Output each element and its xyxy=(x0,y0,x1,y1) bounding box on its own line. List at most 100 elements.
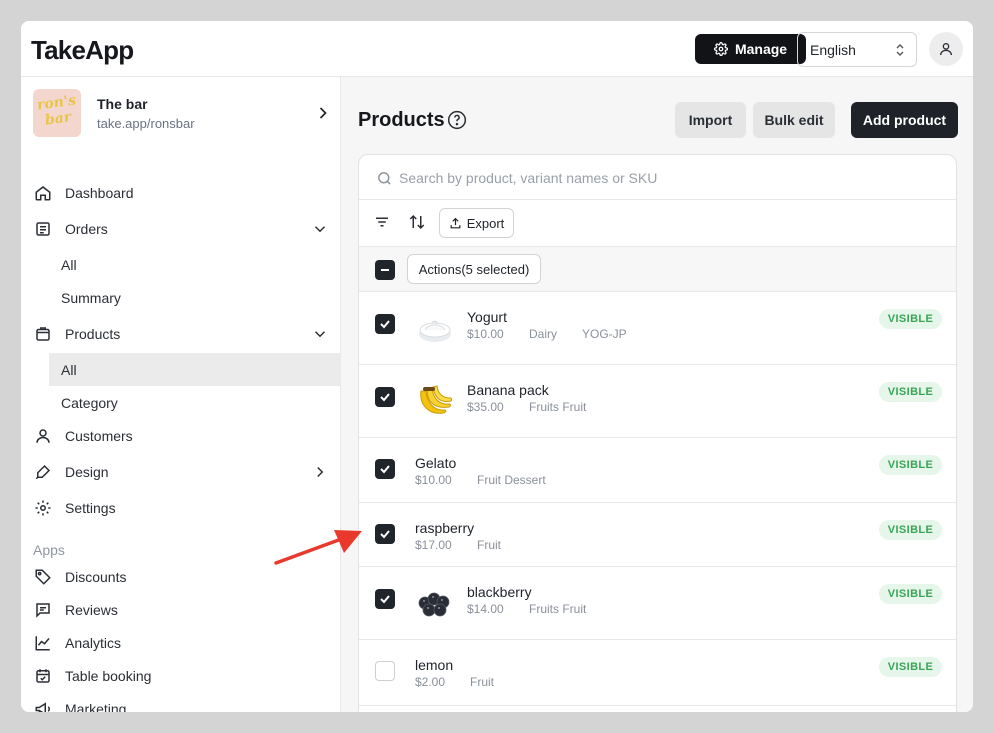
check-icon xyxy=(380,465,390,474)
table-row[interactable]: Banana pack $35.00 Fruits Fruit VISIBLE xyxy=(359,365,956,438)
manage-label: Manage xyxy=(734,41,788,57)
sidebar-item-analytics[interactable]: Analytics xyxy=(21,626,341,659)
product-category: Fruits Fruit xyxy=(529,602,587,616)
actions-dropdown-button[interactable]: Actions(5 selected) xyxy=(407,254,541,284)
chart-line-icon xyxy=(35,636,50,651)
sidebar-item-orders[interactable]: Orders xyxy=(21,212,341,245)
manage-button[interactable]: Manage xyxy=(695,34,806,64)
store-url: take.app/ronsbar xyxy=(97,116,195,131)
add-product-button[interactable]: Add product xyxy=(851,102,958,138)
gear-icon xyxy=(35,500,51,516)
bulk-action-row: Actions(5 selected) xyxy=(359,247,956,292)
table-row[interactable]: Yogurt $10.00 Dairy YOG-JP VISIBLE xyxy=(359,292,956,365)
product-category: Fruit xyxy=(470,675,494,689)
person-icon xyxy=(36,429,50,443)
sidebar-item-discounts[interactable]: Discounts xyxy=(21,560,341,593)
product-price: $35.00 xyxy=(467,400,504,414)
check-icon xyxy=(380,595,390,604)
table-row[interactable]: raspberry $17.00 Fruit VISIBLE xyxy=(359,503,956,567)
review-icon xyxy=(36,603,50,618)
product-price: $17.00 xyxy=(415,538,452,552)
sidebar-item-customers[interactable]: Customers xyxy=(21,419,341,452)
main-content: Products Import Bulk edit Add product Ex… xyxy=(341,77,973,712)
user-avatar[interactable] xyxy=(929,32,963,66)
box-icon xyxy=(36,327,50,341)
product-category: Fruit xyxy=(477,538,501,552)
sidebar-item-reviews[interactable]: Reviews xyxy=(21,593,341,626)
banana-image xyxy=(420,385,453,414)
row-checkbox[interactable] xyxy=(375,314,395,334)
sidebar-subitem-products-all[interactable]: All xyxy=(49,353,341,386)
store-logo: ron's bar xyxy=(33,89,81,137)
home-icon xyxy=(35,186,51,201)
row-checkbox[interactable] xyxy=(375,387,395,407)
sort-icon[interactable] xyxy=(408,213,426,231)
pen-icon xyxy=(35,464,51,480)
product-price: $10.00 xyxy=(415,473,452,487)
row-checkbox[interactable] xyxy=(375,661,395,681)
search-bar xyxy=(359,155,956,200)
help-icon[interactable] xyxy=(447,110,467,130)
search-input[interactable] xyxy=(399,165,939,191)
product-price: $10.00 xyxy=(467,327,504,341)
product-category: Fruits Fruit xyxy=(529,400,587,414)
row-checkbox[interactable] xyxy=(375,459,395,479)
product-name: Gelato xyxy=(415,455,457,471)
table-row[interactable]: Gelato $10.00 Fruit Dessert VISIBLE xyxy=(359,438,956,503)
product-name: raspberry xyxy=(415,520,475,536)
store-switcher[interactable]: ron's bar The bar take.app/ronsbar xyxy=(33,89,333,137)
toolbar: Export xyxy=(359,200,956,247)
status-badge: VISIBLE xyxy=(879,309,942,329)
status-badge: VISIBLE xyxy=(879,520,942,540)
calendar-icon xyxy=(36,669,50,683)
sidebar-item-products[interactable]: Products xyxy=(21,317,341,350)
status-badge: VISIBLE xyxy=(879,584,942,604)
table-row[interactable]: blackberry $14.00 Fruits Fruit VISIBLE xyxy=(359,567,956,640)
sidebar-item-table-booking[interactable]: Table booking xyxy=(21,659,341,692)
user-icon xyxy=(940,43,952,56)
product-price: $14.00 xyxy=(467,602,504,616)
import-button[interactable]: Import xyxy=(675,102,746,138)
tag-icon xyxy=(35,569,51,585)
check-icon xyxy=(380,393,390,402)
row-checkbox[interactable] xyxy=(375,589,395,609)
sidebar-item-settings[interactable]: Settings xyxy=(21,491,341,524)
orders-icon xyxy=(36,222,50,236)
sidebar: ron's bar The bar take.app/ronsbar Dashb… xyxy=(21,77,341,712)
export-button[interactable]: Export xyxy=(439,208,514,238)
sidebar-item-dashboard[interactable]: Dashboard xyxy=(21,176,341,209)
bulk-edit-button[interactable]: Bulk edit xyxy=(753,102,835,138)
sidebar-item-marketing[interactable]: Marketing xyxy=(21,692,341,712)
megaphone-icon xyxy=(35,702,50,712)
table-row[interactable]: lemon $2.00 Fruit VISIBLE xyxy=(359,640,956,706)
chevron-right-icon xyxy=(317,466,324,478)
apps-section-label: Apps xyxy=(33,542,65,558)
upload-icon xyxy=(450,217,461,228)
sidebar-subitem-products-category[interactable]: Category xyxy=(49,386,341,419)
product-name: lemon xyxy=(415,657,454,673)
chevron-down-icon xyxy=(314,226,326,233)
page-title: Products xyxy=(358,109,445,131)
store-name: The bar xyxy=(97,96,148,112)
product-category: Dairy xyxy=(529,327,558,341)
gear-icon xyxy=(713,42,728,56)
select-chevron-icon xyxy=(896,44,904,56)
blackberry-image xyxy=(418,592,450,617)
sidebar-subitem-orders-all[interactable]: All xyxy=(49,248,341,281)
products-card: Export Actions(5 selected) Yogurt $10.00… xyxy=(358,154,957,712)
chevron-down-icon xyxy=(314,331,326,338)
app-window: TakeApp Manage English ron's bar The bar… xyxy=(21,21,973,712)
app-logo[interactable]: TakeApp xyxy=(31,35,134,66)
sidebar-item-design[interactable]: Design xyxy=(21,455,341,488)
product-price: $2.00 xyxy=(415,675,446,689)
language-select[interactable]: English xyxy=(797,32,917,67)
sidebar-subitem-orders-summary[interactable]: Summary xyxy=(49,281,341,314)
chevron-right-icon xyxy=(319,107,327,119)
search-icon xyxy=(378,172,391,185)
filter-icon[interactable] xyxy=(373,213,391,231)
minus-icon xyxy=(381,269,389,271)
row-checkbox[interactable] xyxy=(375,524,395,544)
yogurt-image xyxy=(419,320,451,342)
select-all-checkbox[interactable] xyxy=(375,260,395,280)
product-name: blackberry xyxy=(467,584,532,600)
